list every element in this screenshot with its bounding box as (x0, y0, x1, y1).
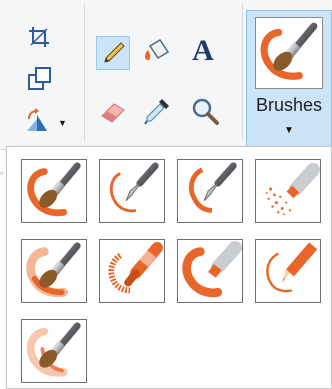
watercolor-brush-icon (26, 320, 86, 377)
natural-pencil-icon (266, 242, 318, 293)
chevron-down-icon: ▼ (284, 125, 294, 136)
brush-style-natural-pencil[interactable] (255, 239, 321, 303)
eraser-button[interactable] (96, 94, 130, 128)
text-button[interactable]: A (186, 34, 220, 68)
brush-style-marker[interactable] (177, 239, 243, 303)
brush-style-crayon[interactable] (99, 239, 165, 303)
crop-button[interactable] (22, 20, 56, 54)
paintbrush-icon (256, 18, 322, 88)
text-icon: A (192, 34, 214, 67)
eraser-icon (101, 103, 125, 123)
ribbon: ▼ A Brushes ▼ (0, 0, 332, 150)
brushes-button[interactable]: Brushes ▼ (246, 10, 332, 148)
brushes-dropdown-panel (6, 146, 332, 389)
crop-icon (29, 27, 49, 47)
crayon-icon (108, 241, 163, 294)
brushes-preview (255, 17, 323, 89)
group-separator (84, 4, 85, 142)
pencil-icon (104, 42, 125, 63)
pencil-button[interactable] (96, 36, 130, 70)
brush-style-calligraphy-2[interactable] (177, 159, 243, 223)
color-picker-icon (144, 99, 169, 125)
brushes-label: Brushes (255, 95, 323, 115)
resize-icon (28, 67, 51, 90)
fill-bucket-icon (145, 38, 170, 60)
brush-style-brush[interactable] (21, 159, 87, 223)
calligraphy-pen-icon (109, 162, 159, 213)
brush-style-airbrush[interactable] (255, 159, 321, 223)
marker-icon (182, 240, 242, 298)
rotate-button[interactable] (20, 104, 54, 138)
chevron-down-icon[interactable]: ▼ (58, 118, 67, 128)
magnifier-button[interactable] (188, 94, 222, 128)
oil-brush-icon (26, 240, 86, 298)
resize-button[interactable] (22, 62, 56, 96)
rotate-icon (27, 108, 47, 131)
calligraphy-pen-icon (188, 162, 237, 213)
airbrush-icon (265, 162, 320, 216)
group-separator (242, 4, 243, 142)
brush-style-calligraphy-1[interactable] (99, 159, 165, 223)
color-picker-button[interactable] (140, 94, 174, 128)
brush-style-oil[interactable] (21, 239, 87, 303)
paintbrush-icon (22, 160, 86, 222)
fill-button[interactable] (140, 34, 174, 68)
magnifier-icon (192, 98, 219, 125)
brush-style-watercolor[interactable] (21, 319, 87, 383)
